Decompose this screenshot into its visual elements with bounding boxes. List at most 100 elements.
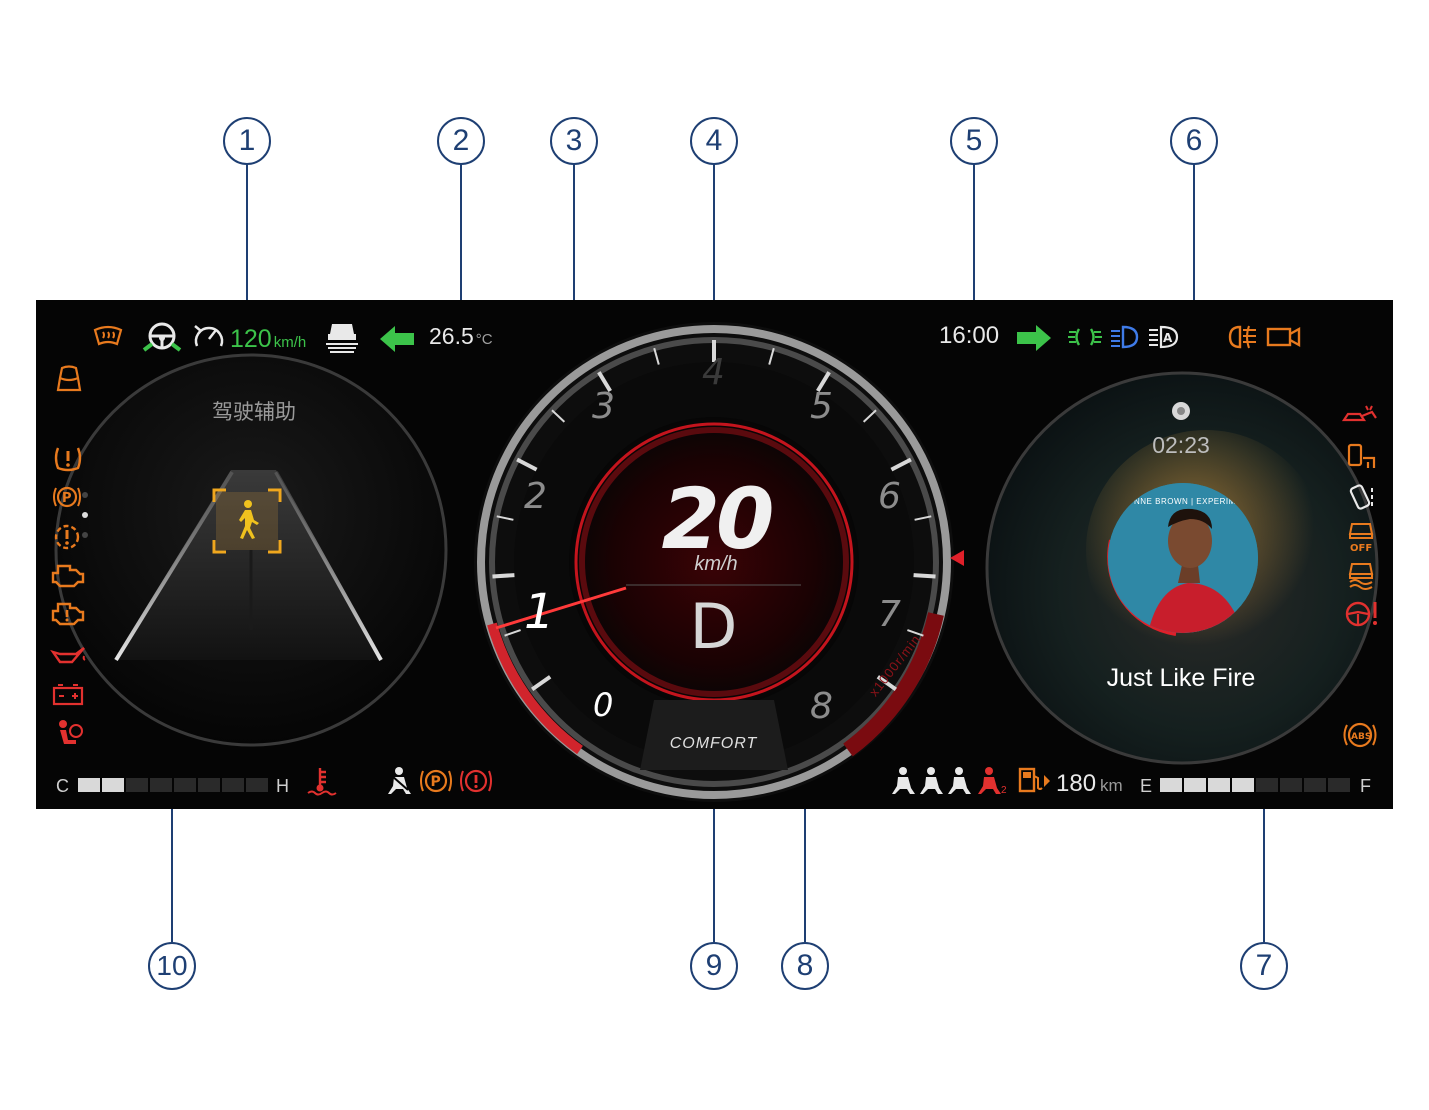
fuel-gauge-bar-segment	[1160, 778, 1182, 792]
fuel-gauge-bar-segment	[1256, 778, 1278, 792]
temp-gauge-bar-segment	[174, 778, 196, 792]
fuel-gauge-bar-segment	[1304, 778, 1326, 792]
left-turn-icon	[380, 326, 416, 357]
rpm-label-8: 8	[810, 686, 833, 727]
powertrain-fault-icon	[50, 520, 84, 559]
cruise-set-speed: 120 km/h	[230, 325, 306, 354]
cruise-control-icon	[192, 322, 226, 357]
svg-text:P: P	[431, 774, 441, 790]
engine-check-icon	[50, 562, 86, 593]
low-beam-icon	[1109, 325, 1143, 354]
rpm-tick	[913, 573, 936, 579]
rpm-label-4: 4	[702, 352, 725, 393]
callout-line-5	[973, 163, 975, 323]
callout-7: 7	[1240, 942, 1288, 990]
svg-text:OFF: OFF	[1350, 543, 1372, 554]
outside-temperature: 26.5 °C	[429, 323, 493, 350]
steering-assist-icon	[140, 320, 184, 359]
seat-number: 2	[1001, 785, 1007, 796]
fuel-gauge-bar-segment	[1208, 778, 1230, 792]
airbag-icon	[52, 718, 84, 755]
coolant-temp-icon	[306, 766, 338, 803]
collision-warning-icon	[1341, 404, 1378, 433]
pedestrian-detection-box	[212, 488, 282, 554]
epb-icon: P	[52, 482, 82, 517]
indicator-dot	[82, 532, 88, 538]
callout-10: 10	[148, 942, 196, 990]
svg-text:ABS: ABS	[1351, 732, 1371, 742]
callout-2: 2	[437, 117, 485, 165]
album-art: NNE BROWN | EXPERIMEN	[1108, 483, 1258, 633]
rpm-label-1: 1	[524, 584, 555, 640]
callout-4: 4	[690, 117, 738, 165]
drive-mode-label: COMFORT	[669, 735, 758, 752]
engine-fault-icon	[50, 600, 86, 633]
range-value: 180	[1056, 770, 1097, 797]
callout-line-2	[460, 163, 462, 318]
temp-gauge-low-label: C	[56, 776, 69, 796]
instrument-cluster: 0 1 2 3 4 5 6 7 8 x1000r/min 20 km/h D C…	[36, 300, 1393, 809]
gear-indicator: D	[689, 590, 738, 663]
rpm-tick	[492, 573, 515, 579]
brake-warning-icon	[458, 766, 494, 801]
driving-assist-title: 驾驶辅助	[212, 400, 296, 424]
track-title: Just Like Fire	[1106, 664, 1256, 692]
temp-gauge-bar-segment	[198, 778, 220, 792]
callout-line-10	[171, 795, 173, 942]
fuel-gauge-low-label: E	[1140, 776, 1153, 796]
temp-gauge-bar-segment	[126, 778, 148, 792]
callout-1: 1	[223, 117, 271, 165]
oil-pressure-icon	[50, 644, 88, 671]
lane-assist-icon	[324, 320, 360, 359]
cruise-speed-value: 120	[230, 325, 272, 353]
occupant-seatbelts	[892, 766, 1012, 798]
seatbelt-unbuckled-icon	[978, 767, 1001, 794]
temp-gauge-bar-segment	[78, 778, 100, 792]
callout-line-7	[1263, 795, 1265, 942]
range-unit: km	[1100, 776, 1123, 795]
rpm-label-6: 6	[878, 476, 901, 517]
parking-brake-icon: P	[419, 766, 453, 801]
album-text: NNE BROWN | EXPERIMEN	[1134, 497, 1248, 506]
callout-8: 8	[781, 942, 829, 990]
fuel-gauge-bar-segment	[1328, 778, 1350, 792]
steering-fault-icon	[1344, 598, 1380, 635]
seatbelt-occupant-1-icon	[892, 767, 915, 794]
seatbelt-icon	[386, 766, 414, 801]
remaining-range: 180 km	[1056, 770, 1123, 798]
fuel-gauge-bar-segment	[1280, 778, 1302, 792]
callout-9: 9	[690, 942, 738, 990]
fuel-gauge-bar-segment	[1232, 778, 1254, 792]
rpm-label-2: 2	[524, 476, 547, 517]
seatbelt-occupant-2-icon	[920, 767, 943, 794]
key-icon	[1346, 482, 1378, 517]
windshield-defrost-icon	[92, 324, 124, 353]
fuel-gauge-high-label: F	[1360, 776, 1371, 796]
temp-gauge-bar-segment	[246, 778, 268, 792]
rpm-label-3: 3	[592, 386, 615, 427]
battery-icon	[52, 682, 84, 711]
outside-temp-value: 26.5	[429, 323, 474, 349]
dashcam-icon	[1266, 326, 1302, 353]
fuel-icon	[1018, 766, 1052, 801]
track-time: 02:23	[1152, 432, 1210, 458]
seatbelt-occupant-3-icon	[948, 767, 971, 794]
clock: 16:00	[939, 322, 1000, 349]
auto-high-beam-icon: A	[1147, 325, 1183, 354]
rpm-label-7: 7	[878, 594, 901, 635]
speed-unit: km/h	[694, 553, 738, 575]
temp-gauge-bar-segment	[102, 778, 124, 792]
temp-gauge-high-label: H	[276, 776, 289, 796]
svg-text:P: P	[62, 491, 72, 506]
callout-3: 3	[550, 117, 598, 165]
outside-temp-unit: °C	[475, 331, 493, 348]
esp-off-icon: OFF	[1346, 520, 1376, 559]
svg-text:A: A	[1163, 331, 1173, 345]
seat-icon	[54, 364, 84, 399]
callout-5: 5	[950, 117, 998, 165]
rpm-label-5: 5	[810, 386, 833, 427]
esp-icon	[1346, 560, 1376, 595]
temp-gauge-bar-segment	[150, 778, 172, 792]
temp-gauge-bar	[78, 778, 274, 792]
temp-gauge-bar-segment	[222, 778, 244, 792]
